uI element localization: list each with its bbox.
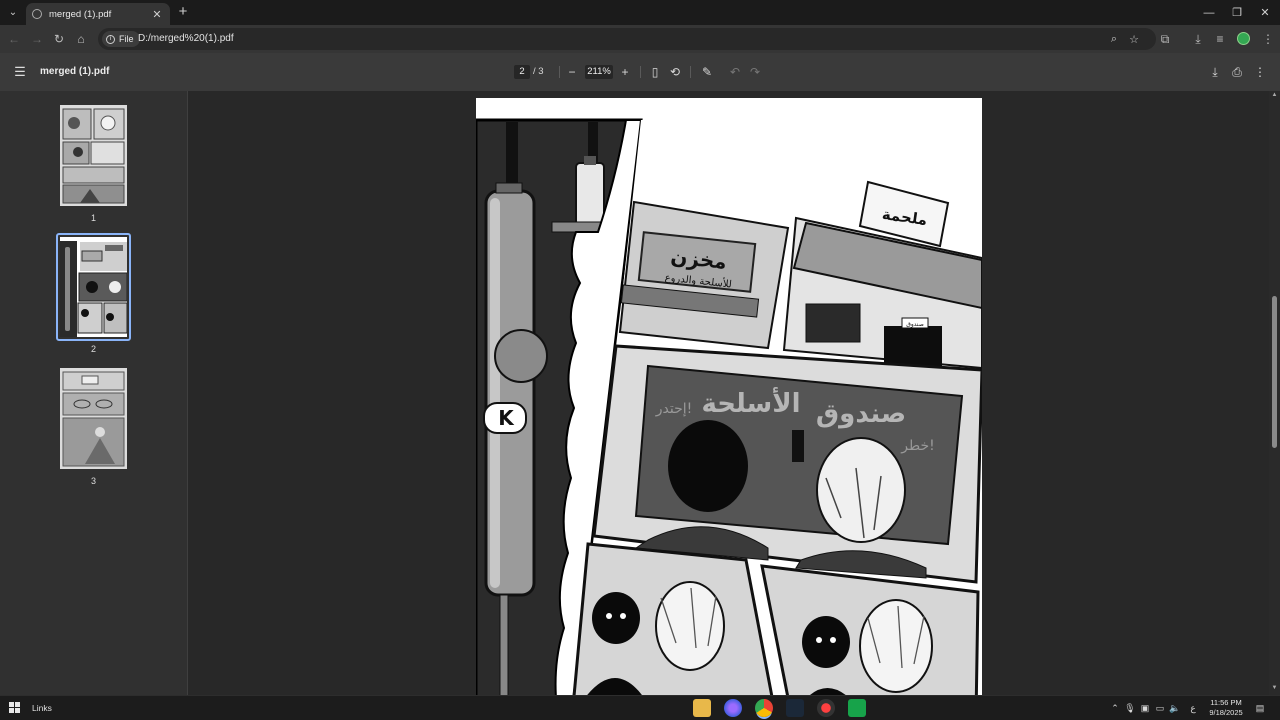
- pdf-toolbar: ☰ merged (1).pdf 2 / 3 − 211% + ▯ ⟲ ✎ ↶ …: [0, 53, 1280, 91]
- zoom-out-icon[interactable]: −: [564, 64, 580, 80]
- close-window-button[interactable]: ✕: [1251, 0, 1279, 25]
- downloads-icon[interactable]: ⤓: [1188, 29, 1208, 49]
- tab-search-chevron-icon[interactable]: ⌄: [0, 0, 26, 25]
- address-bar[interactable]: i File D:/merged%20(1).pdf ⌕ ☆: [98, 28, 1156, 50]
- media-controls-icon[interactable]: ≡: [1210, 29, 1230, 49]
- browser-tab[interactable]: merged (1).pdf ✕: [26, 3, 170, 25]
- zoom-input[interactable]: 211%: [585, 65, 613, 79]
- download-icon[interactable]: ⤓: [1207, 64, 1223, 80]
- profile-avatar[interactable]: [1237, 32, 1250, 45]
- scroll-down-arrow-icon[interactable]: ▼: [1271, 685, 1278, 691]
- recording-app-icon[interactable]: [817, 699, 835, 717]
- document-viewport[interactable]: K مخزن للأسلحة والدروع ملحمة صندوق صندوق…: [188, 91, 1269, 695]
- forward-button[interactable]: →: [27, 29, 47, 49]
- vertical-scrollbar[interactable]: ▲ ▼: [1269, 91, 1280, 695]
- globe-icon: [32, 9, 42, 19]
- tray-overflow-chevron-icon[interactable]: ⌃: [1109, 702, 1121, 714]
- fit-page-icon[interactable]: ▯: [647, 64, 663, 80]
- close-tab-icon[interactable]: ✕: [150, 8, 164, 21]
- input-language-indicator[interactable]: ع: [1187, 702, 1199, 714]
- volume-icon[interactable]: 🔈: [1169, 702, 1181, 714]
- annotate-pen-icon[interactable]: ✎: [699, 64, 715, 80]
- network-icon[interactable]: ▭: [1154, 702, 1166, 714]
- page-total: / 3: [533, 66, 544, 77]
- more-options-icon[interactable]: ⋮: [1252, 64, 1268, 80]
- rotate-icon[interactable]: ⟲: [667, 64, 683, 80]
- notifications-icon[interactable]: ▤: [1254, 702, 1266, 714]
- reload-button[interactable]: ↻: [49, 29, 69, 49]
- page-thumbnail-1[interactable]: [60, 105, 127, 206]
- microphone-icon[interactable]: 🎙: [1124, 702, 1136, 714]
- windows-taskbar: Links ⌃ 🎙 ▣ ▭ 🔈 ع 11:56 PM 9/18/2025 ▤: [0, 695, 1280, 720]
- chrome-icon[interactable]: [755, 699, 773, 717]
- divider: [640, 66, 641, 78]
- browser-toolbar: ← → ↻ ⌂ i File D:/merged%20(1).pdf ⌕ ☆ ⧉…: [0, 25, 1280, 53]
- site-info-label: File: [119, 34, 134, 44]
- shop-small-sign: صندوق: [906, 321, 924, 328]
- browser-menu-icon[interactable]: ⋮: [1258, 29, 1278, 49]
- redo-icon[interactable]: ↷: [747, 64, 763, 80]
- scroll-up-arrow-icon[interactable]: ▲: [1271, 92, 1278, 98]
- divider: [559, 66, 560, 78]
- links-toolbar[interactable]: Links: [32, 703, 52, 713]
- site-info-chip[interactable]: i File: [102, 31, 140, 47]
- tab-title: merged (1).pdf: [49, 8, 112, 20]
- thumbnail-label-1: 1: [90, 213, 96, 223]
- back-button[interactable]: ←: [4, 29, 24, 49]
- maximize-button[interactable]: ❐: [1223, 0, 1251, 25]
- extensions-icon[interactable]: ⧉: [1155, 29, 1175, 49]
- page-thumbnail-2[interactable]: [60, 237, 127, 337]
- steam-icon[interactable]: [786, 699, 804, 717]
- syringe-letter: K: [498, 406, 515, 430]
- clock-time: 11:56 PM: [1210, 698, 1242, 707]
- print-icon[interactable]: ⎙: [1229, 64, 1245, 80]
- new-tab-button[interactable]: +: [175, 4, 191, 20]
- sidebar-menu-icon[interactable]: ☰: [12, 64, 28, 80]
- home-button[interactable]: ⌂: [71, 29, 91, 49]
- terminal-app-icon[interactable]: [848, 699, 866, 717]
- comic-page-artwork: K مخزن للأسلحة والدروع ملحمة صندوق صندوق…: [476, 118, 982, 695]
- banner-word-1: صندوق: [816, 399, 906, 429]
- info-icon: i: [106, 34, 115, 44]
- file-explorer-icon[interactable]: [693, 699, 711, 717]
- zoom-in-icon[interactable]: +: [617, 64, 633, 80]
- url-text[interactable]: D:/merged%20(1).pdf: [138, 33, 234, 44]
- bookmark-star-icon[interactable]: ☆: [1126, 31, 1142, 47]
- divider: [690, 66, 691, 78]
- thumbnail-label-3: 3: [90, 476, 96, 486]
- system-clock[interactable]: 11:56 PM 9/18/2025: [1203, 698, 1249, 718]
- banner-word-2: الأسلحة: [702, 387, 801, 419]
- page-thumbnail-3[interactable]: [60, 368, 127, 469]
- banner-caution-right: خطر!: [900, 438, 935, 454]
- minimize-button[interactable]: —: [1195, 0, 1223, 25]
- scrollbar-thumb[interactable]: [1272, 296, 1277, 448]
- clock-date: 9/18/2025: [1209, 708, 1243, 717]
- tab-strip: ⌄ merged (1).pdf ✕ + — ❐ ✕: [0, 0, 1280, 25]
- undo-icon[interactable]: ↶: [727, 64, 743, 80]
- pdf-page: K مخزن للأسلحة والدروع ملحمة صندوق صندوق…: [476, 98, 982, 695]
- zoom-magnifier-icon[interactable]: ⌕: [1106, 31, 1122, 47]
- page-number-input[interactable]: 2: [514, 65, 530, 79]
- thumbnail-sidebar: 1 2 3: [0, 91, 188, 695]
- thumbnail-label-2: 2: [90, 344, 96, 354]
- start-button[interactable]: [9, 702, 21, 714]
- banner-caution-left: إحتدر!: [655, 401, 693, 417]
- pdf-document-title: merged (1).pdf: [40, 66, 110, 77]
- messenger-icon[interactable]: [724, 699, 742, 717]
- camera-icon[interactable]: ▣: [1139, 702, 1151, 714]
